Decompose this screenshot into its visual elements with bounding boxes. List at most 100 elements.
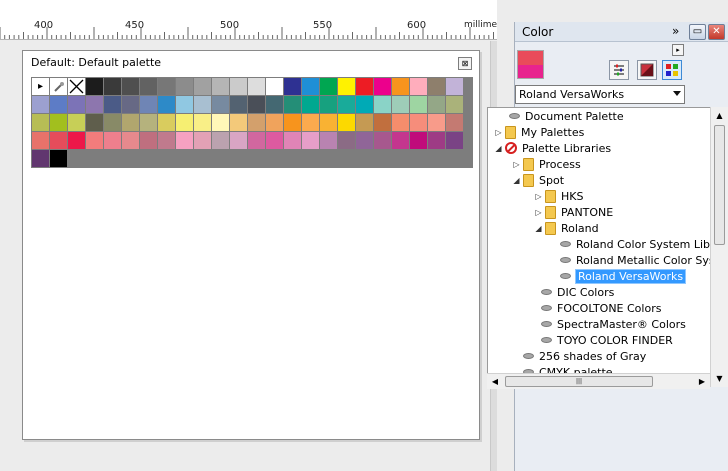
color-swatch[interactable] (428, 114, 445, 131)
color-swatch[interactable] (104, 114, 121, 131)
color-swatch[interactable] (410, 78, 427, 95)
color-swatch[interactable] (266, 132, 283, 149)
color-swatch[interactable] (50, 132, 67, 149)
color-swatch[interactable] (392, 132, 409, 149)
tree-item[interactable]: FOCOLTONE Colors (530, 300, 661, 316)
expander-icon[interactable]: ◢ (512, 176, 521, 185)
color-swatch[interactable] (32, 96, 49, 113)
tree-item[interactable]: ▷ PANTONE (534, 204, 613, 220)
color-swatch[interactable] (338, 132, 355, 149)
color-swatch[interactable] (266, 78, 283, 95)
color-swatch[interactable] (302, 114, 319, 131)
scroll-thumb-horizontal[interactable]: ||| (505, 376, 653, 387)
color-swatch[interactable] (284, 132, 301, 149)
tree-item[interactable]: ▷ My Palettes (494, 124, 584, 140)
color-swatch[interactable] (320, 114, 337, 131)
color-swatch[interactable] (302, 96, 319, 113)
color-swatch[interactable] (50, 114, 67, 131)
color-swatch[interactable] (140, 78, 157, 95)
color-swatch[interactable] (248, 132, 265, 149)
color-swatch[interactable] (104, 96, 121, 113)
color-swatch[interactable] (302, 132, 319, 149)
tree-horizontal-scrollbar[interactable]: ◀ ||| ▶ (487, 373, 710, 389)
color-swatch[interactable] (248, 114, 265, 131)
color-swatch[interactable] (374, 132, 391, 149)
color-swatch[interactable] (104, 132, 121, 149)
color-swatch[interactable] (194, 132, 211, 149)
scroll-left-icon[interactable]: ◀ (487, 374, 503, 390)
expander-icon[interactable]: ▷ (534, 208, 543, 217)
color-swatch[interactable] (140, 96, 157, 113)
color-swatch[interactable] (302, 78, 319, 95)
color-swatch[interactable] (212, 114, 229, 131)
expander-icon[interactable]: ◢ (494, 144, 503, 153)
color-swatch[interactable] (320, 96, 337, 113)
color-swatch[interactable] (158, 78, 175, 95)
color-swatch[interactable] (248, 78, 265, 95)
color-swatch[interactable] (86, 114, 103, 131)
color-swatch[interactable] (122, 114, 139, 131)
color-swatch[interactable] (284, 96, 301, 113)
color-swatch[interactable] (50, 96, 67, 113)
color-swatch[interactable] (140, 132, 157, 149)
minimize-icon[interactable]: ▭ (689, 24, 706, 40)
color-swatch[interactable] (446, 132, 463, 149)
color-swatch[interactable] (356, 78, 373, 95)
color-swatch[interactable] (410, 132, 427, 149)
color-swatch[interactable] (140, 114, 157, 131)
expander-icon[interactable]: ▷ (534, 192, 543, 201)
color-swatch[interactable] (86, 96, 103, 113)
color-swatch[interactable] (158, 114, 175, 131)
no-color-swatch[interactable] (68, 78, 85, 95)
color-swatch[interactable] (212, 78, 229, 95)
expander-icon[interactable]: ▷ (494, 128, 503, 137)
color-swatch[interactable] (86, 78, 103, 95)
color-swatch[interactable] (230, 132, 247, 149)
color-swatch[interactable] (158, 132, 175, 149)
color-viewer-icon[interactable] (637, 60, 657, 80)
color-swatch[interactable] (194, 78, 211, 95)
color-swatch[interactable] (392, 114, 409, 131)
color-swatch[interactable] (50, 150, 67, 167)
color-swatch[interactable] (392, 96, 409, 113)
tree-item[interactable]: SpectraMaster® Colors (530, 316, 686, 332)
color-swatch[interactable] (446, 96, 463, 113)
scroll-down-icon[interactable]: ▼ (711, 370, 728, 387)
color-swatch[interactable] (338, 114, 355, 131)
color-swatch[interactable] (122, 132, 139, 149)
tree-item[interactable]: 256 shades of Gray (512, 348, 646, 364)
color-swatch[interactable] (68, 114, 85, 131)
color-swatch[interactable] (392, 78, 409, 95)
color-swatch[interactable] (158, 96, 175, 113)
sliders-icon[interactable] (609, 60, 629, 80)
color-swatch[interactable] (86, 132, 103, 149)
tree-item[interactable]: Document Palette (498, 108, 624, 124)
color-swatch[interactable] (176, 78, 193, 95)
color-swatch[interactable] (266, 96, 283, 113)
color-swatch[interactable] (320, 132, 337, 149)
color-swatch[interactable] (356, 96, 373, 113)
flyout-arrow-icon[interactable]: ▸ (32, 78, 49, 95)
tree-item[interactable]: DIC Colors (530, 284, 614, 300)
color-swatch[interactable] (284, 78, 301, 95)
tree-item[interactable]: TOYO COLOR FINDER (530, 332, 673, 348)
color-swatch[interactable] (356, 132, 373, 149)
color-swatch[interactable] (374, 78, 391, 95)
color-swatch[interactable] (248, 96, 265, 113)
flyout-menu-icon[interactable]: ▸ (672, 44, 684, 56)
color-swatch[interactable] (122, 78, 139, 95)
color-swatch[interactable] (32, 132, 49, 149)
tree-item[interactable]: ▷ Process (512, 156, 581, 172)
color-swatch[interactable] (428, 132, 445, 149)
color-swatch[interactable] (194, 114, 211, 131)
color-swatch[interactable] (68, 132, 85, 149)
scroll-right-icon[interactable]: ▶ (694, 374, 710, 390)
tree-vertical-scrollbar[interactable]: ▲ ▼ (710, 107, 728, 387)
close-icon[interactable]: ⊠ (458, 57, 472, 70)
palette-selector[interactable]: Roland VersaWorks (515, 85, 685, 104)
color-swatch[interactable] (428, 96, 445, 113)
tree-item[interactable]: ▷ HKS (534, 188, 583, 204)
color-swatch[interactable] (356, 114, 373, 131)
color-swatch[interactable] (104, 78, 121, 95)
scroll-up-icon[interactable]: ▲ (711, 107, 728, 124)
